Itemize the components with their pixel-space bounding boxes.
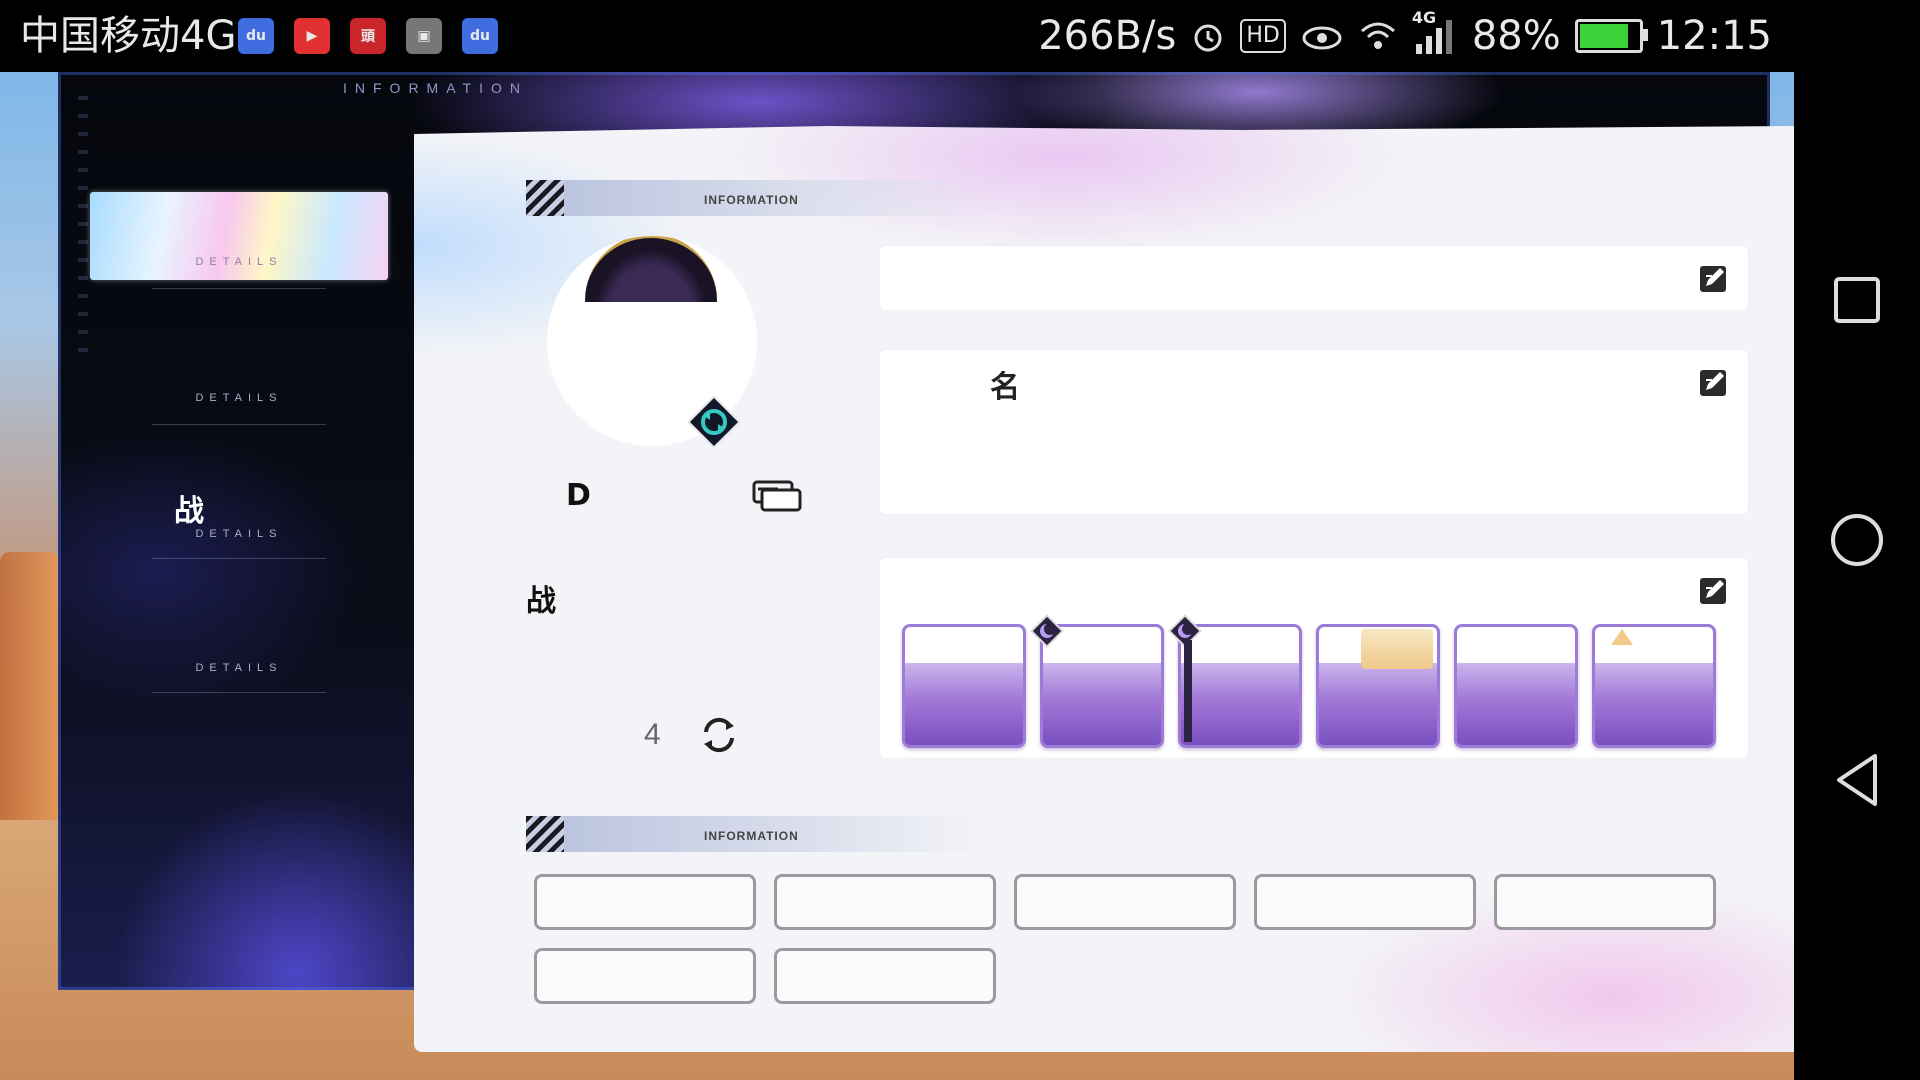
gallery-icon: ▣ (406, 18, 442, 54)
menu-divider (152, 288, 326, 289)
grid-slot-5[interactable] (1494, 874, 1716, 930)
section-header-info-2: INFORMATION (526, 816, 986, 852)
menu-divider (152, 558, 326, 559)
recents-icon[interactable] (1827, 270, 1887, 330)
grid-slot-6[interactable] (534, 948, 756, 1004)
decor-dots (78, 96, 88, 366)
battery-icon (1574, 19, 1648, 53)
refresh-icon[interactable] (696, 712, 742, 758)
edit-icon[interactable] (1698, 574, 1730, 606)
team-slot-6[interactable] (1592, 624, 1716, 748)
video-icon: ▶ (294, 18, 330, 54)
clock: 12:15 (1656, 13, 1772, 59)
team-slot-1[interactable] (902, 624, 1026, 748)
menu-item-sub: DETAILS (195, 256, 283, 268)
signal-icon: 4G (1412, 10, 1458, 56)
menu-item-details-2[interactable]: DETAILS (90, 330, 388, 418)
home-icon[interactable] (1827, 510, 1887, 570)
team-slot-5[interactable] (1454, 624, 1578, 748)
baidu-icon: du (238, 18, 274, 54)
section-header-info: INFORMATION (526, 180, 986, 216)
grid-slot-4[interactable] (1254, 874, 1476, 930)
grid-slot-1[interactable] (534, 874, 756, 930)
moon-badge-icon (1030, 614, 1064, 648)
carrier-label: 中国移动4G (20, 13, 237, 59)
name-field[interactable]: 名 (880, 350, 1748, 514)
signature-field[interactable] (880, 246, 1748, 310)
news-icon: 頭 (350, 18, 386, 54)
wifi-icon (1360, 22, 1395, 49)
rank-label: D (566, 478, 591, 513)
menu-item-sub: DETAILS (195, 528, 283, 540)
menu-item-label: 战 (174, 494, 204, 529)
network-type: 4G (1411, 8, 1437, 27)
name-field-glyph: 名 (990, 370, 1020, 405)
back-icon[interactable] (1827, 750, 1887, 810)
edit-icon[interactable] (1698, 262, 1730, 294)
stripes-decor (526, 180, 564, 216)
section-title: INFORMATION (704, 193, 799, 207)
grid-slot-7[interactable] (774, 948, 996, 1004)
panel-title: INFORMATION (343, 80, 528, 96)
battery-percent: 88% (1471, 13, 1561, 59)
refresh-count: 4 (644, 718, 661, 751)
navigation-bar (1794, 0, 1920, 1080)
menu-item-sub: DETAILS (195, 392, 283, 404)
grid-slot-2[interactable] (774, 874, 996, 930)
status-right: 266B/s HD 4G 88% 12:15 (1038, 10, 1772, 62)
battle-label: 战 (526, 584, 556, 619)
cards-icon[interactable] (752, 480, 802, 512)
eye-icon (1302, 26, 1342, 50)
grid-slot-3[interactable] (1014, 874, 1236, 930)
section-title: INFORMATION (704, 829, 799, 843)
menu-item-sub: DETAILS (195, 662, 283, 674)
element-badge-icon[interactable] (686, 394, 742, 450)
menu-item-battle[interactable]: 战 DETAILS (90, 470, 388, 558)
character-portrait (1611, 629, 1633, 645)
baidu-icon-2: du (462, 18, 498, 54)
menu-item-details-4[interactable]: DETAILS (90, 600, 388, 688)
edit-icon[interactable] (1698, 366, 1730, 398)
menu-item-details-1[interactable]: DETAILS (90, 192, 388, 280)
status-bar: 中国移动4G du ▶ 頭 ▣ du 266B/s HD 4G 88% 12:1… (0, 0, 1794, 72)
menu-divider (152, 692, 326, 693)
character-portrait (1361, 629, 1433, 669)
avatar-hair (585, 236, 717, 302)
slot-staff-decor (1184, 640, 1192, 742)
net-speed: 266B/s (1038, 13, 1177, 59)
stripes-decor (526, 816, 564, 852)
team-slot-4[interactable] (1316, 624, 1440, 748)
menu-divider (152, 424, 326, 425)
hd-badge: HD (1240, 19, 1286, 53)
notification-icons: du ▶ 頭 ▣ du (238, 18, 498, 54)
alarm-icon (1194, 24, 1222, 52)
